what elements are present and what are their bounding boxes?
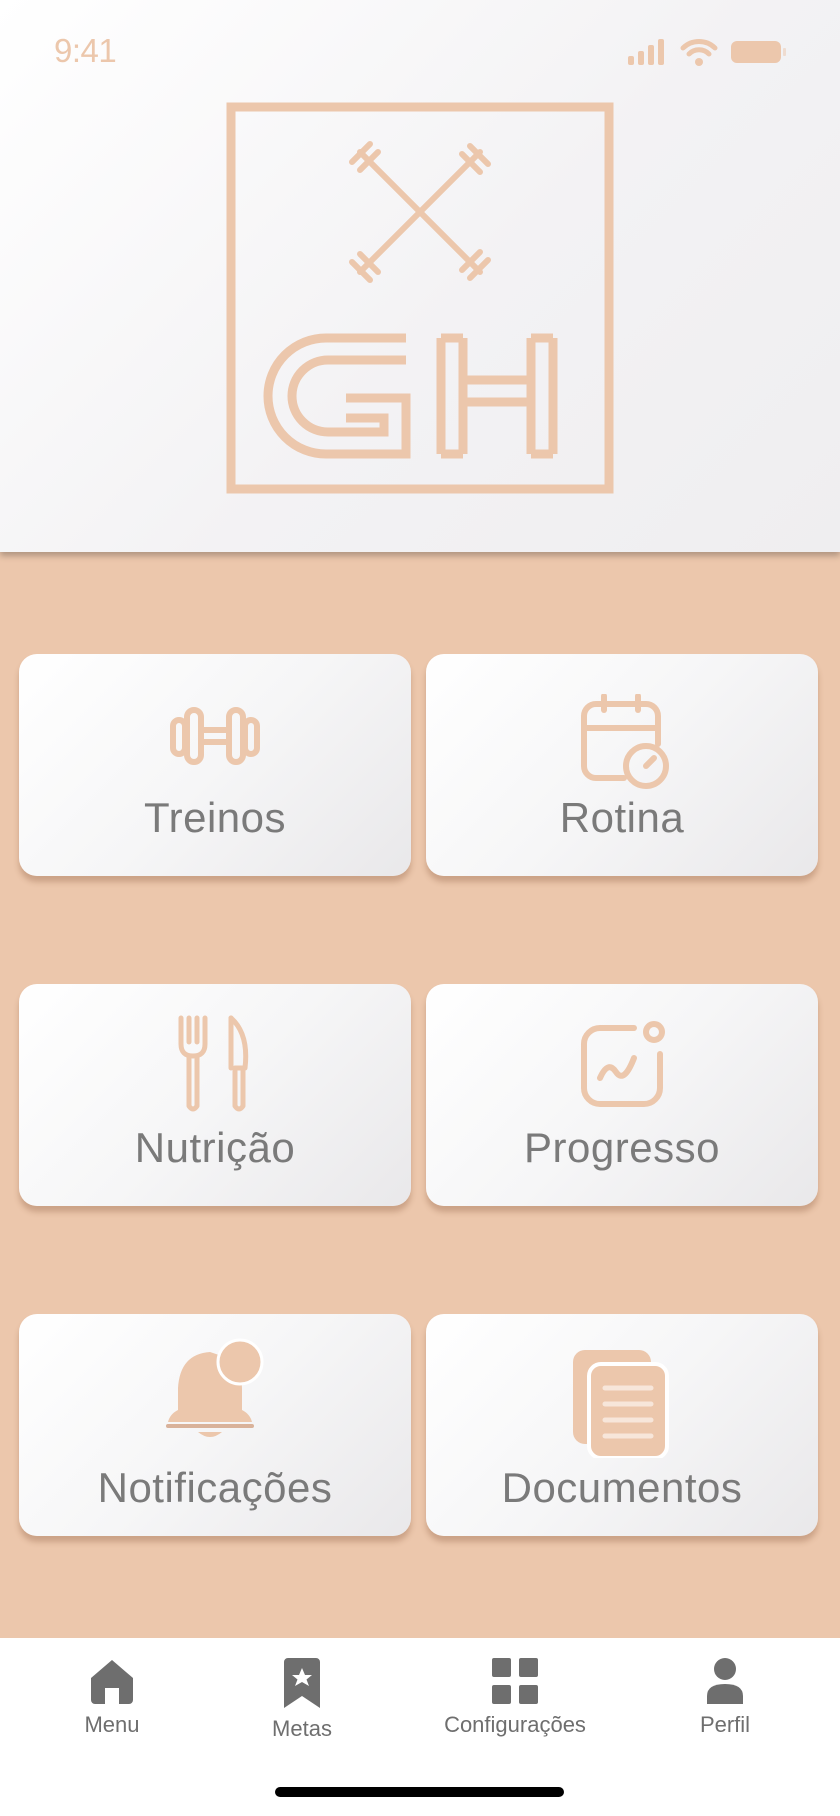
fork-knife-icon bbox=[178, 1015, 249, 1112]
person-icon bbox=[707, 1658, 743, 1704]
header: 9:41 bbox=[0, 0, 840, 552]
gh-logo bbox=[226, 102, 614, 494]
card-notificacoes[interactable]: Notificações bbox=[19, 1314, 411, 1536]
dumbbell-icon bbox=[170, 707, 260, 765]
home-indicator[interactable] bbox=[275, 1787, 564, 1797]
tab-metas[interactable]: Metas bbox=[262, 1658, 342, 1742]
card-label: Nutrição bbox=[134, 1124, 296, 1171]
wifi-icon bbox=[680, 39, 718, 66]
card-treinos[interactable]: Treinos bbox=[19, 654, 411, 876]
tab-label: Configurações bbox=[444, 1712, 586, 1737]
documents-icon bbox=[573, 1350, 669, 1458]
calendar-clock-icon bbox=[581, 694, 669, 789]
battery-icon bbox=[731, 41, 786, 63]
card-label: Treinos bbox=[144, 794, 286, 841]
card-label: Rotina bbox=[559, 794, 685, 841]
card-nutricao[interactable]: Nutrição bbox=[19, 984, 411, 1206]
bell-icon bbox=[166, 1338, 264, 1437]
tab-label: Perfil bbox=[699, 1712, 751, 1737]
tab-label: Menu bbox=[84, 1712, 140, 1737]
tab-menu[interactable]: Menu bbox=[82, 1658, 142, 1738]
bookmark-star-icon bbox=[284, 1658, 320, 1708]
grid-icon bbox=[492, 1658, 538, 1704]
card-progresso[interactable]: Progresso bbox=[426, 984, 818, 1206]
card-rotina[interactable]: Rotina bbox=[426, 654, 818, 876]
card-label: Documentos bbox=[501, 1464, 743, 1511]
chart-progress-icon bbox=[581, 1021, 665, 1107]
tab-perfil[interactable]: Perfil bbox=[690, 1658, 760, 1738]
signal-icon bbox=[628, 39, 664, 65]
card-documentos[interactable]: Documentos bbox=[426, 1314, 818, 1536]
tab-configuracoes[interactable]: Configurações bbox=[438, 1658, 592, 1738]
home-icon bbox=[91, 1660, 133, 1704]
status-icons bbox=[628, 38, 788, 66]
tab-label: Metas bbox=[272, 1716, 332, 1741]
card-label: Notificações bbox=[97, 1464, 333, 1511]
status-time: 9:41 bbox=[54, 32, 117, 69]
card-label: Progresso bbox=[524, 1124, 720, 1171]
